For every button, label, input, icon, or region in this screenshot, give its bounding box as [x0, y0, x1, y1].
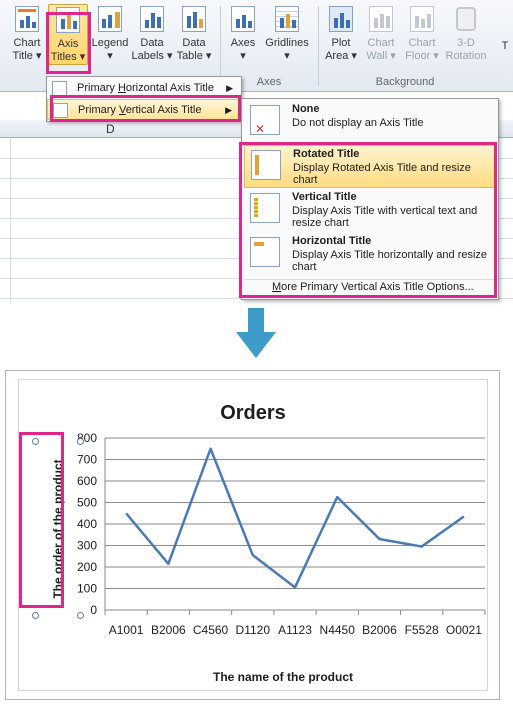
- x-tick-label: B2006: [362, 623, 397, 637]
- plot-area-icon: [326, 4, 356, 34]
- 3d-rotation-button[interactable]: 3-D Rotation: [443, 4, 489, 63]
- truncated-button[interactable]: T: [498, 40, 512, 53]
- axis-titles-icon: [53, 5, 83, 35]
- down-arrow-icon: [236, 308, 276, 358]
- vertical-axis-title-icon: [53, 103, 68, 118]
- y-tick-label: 200: [77, 560, 97, 574]
- horizontal-title-icon: [250, 237, 280, 267]
- gridlines-icon: [272, 4, 302, 34]
- x-tick-label: B2006: [151, 623, 186, 637]
- chart-title-button[interactable]: Chart Title ▾: [8, 4, 46, 63]
- chart-title-icon: [12, 4, 42, 34]
- resize-handle[interactable]: [77, 438, 84, 445]
- plot-area-button[interactable]: Plot Area ▾: [322, 4, 360, 63]
- vertical-axis-title: The order of the product: [51, 458, 65, 599]
- column-line: [10, 138, 11, 304]
- submenu-arrow-icon: ▶: [225, 105, 232, 115]
- chart-inner-frame: 0 100 200 300 400 500 600 700 800 A1001 B2006 C4560…: [18, 379, 488, 691]
- rotated-title-icon: [251, 150, 281, 180]
- data-labels-icon: [137, 4, 167, 34]
- no-title-icon: ✕: [250, 105, 280, 136]
- y-tick-label: 700: [77, 453, 97, 467]
- axis-titles-menu: Primary Horizontal Axis Title ▶ Primary …: [46, 76, 242, 122]
- x-tick-label: A1123: [278, 623, 312, 637]
- option-horizontal-title[interactable]: Horizontal Title Display Axis Title hori…: [244, 233, 496, 276]
- vertical-axis-title-box[interactable]: The order of the product: [32, 438, 84, 619]
- chart-floor-icon: [407, 4, 437, 34]
- option-vertical-title[interactable]: Vertical Title Display Axis Title with v…: [244, 189, 496, 232]
- x-tick-label: C4560: [193, 623, 229, 637]
- resize-handle[interactable]: [77, 612, 84, 619]
- menu-item-primary-horizontal-axis-title[interactable]: Primary Horizontal Axis Title ▶: [47, 78, 241, 99]
- vertical-axis-title-flyout: ✕ None Do not display an Axis Title Rota…: [241, 98, 499, 300]
- x-tick-label: D1120: [236, 623, 271, 637]
- legend-icon: [95, 4, 125, 34]
- y-tick-label: 400: [77, 517, 97, 531]
- horizontal-axis-title[interactable]: The name of the product: [19, 670, 487, 684]
- x-tick-label: A1001: [109, 623, 144, 637]
- data-table-icon: [179, 4, 209, 34]
- y-tick-label: 300: [77, 539, 97, 553]
- x-tick-label: N4450: [320, 623, 356, 637]
- chart-area[interactable]: 0 100 200 300 400 500 600 700 800 A1001 B2006 C4560…: [5, 370, 500, 700]
- chart-wall-icon: [366, 4, 396, 34]
- axes-button[interactable]: Axes ▾: [226, 4, 260, 63]
- background-group-label: Background: [375, 76, 435, 88]
- data-table-button[interactable]: Data Table ▾: [174, 4, 214, 63]
- option-none[interactable]: ✕ None Do not display an Axis Title: [244, 101, 496, 144]
- chart-title[interactable]: Orders: [19, 402, 487, 425]
- axes-icon: [228, 4, 258, 34]
- option-rotated-title[interactable]: Rotated Title Display Rotated Axis Title…: [244, 145, 496, 188]
- group-separator: [318, 6, 319, 86]
- y-tick-label: 600: [77, 474, 97, 488]
- y-tick-label: 100: [77, 582, 97, 596]
- resize-handle[interactable]: [32, 438, 39, 445]
- legend-button[interactable]: Legend ▾: [89, 4, 131, 63]
- plot-area: 0100200300400500600700800A1001 B2006 C4560…: [77, 431, 486, 637]
- chart-wall-button[interactable]: Chart Wall ▾: [362, 4, 400, 63]
- x-tick-label: O0021: [446, 623, 482, 637]
- column-header-d[interactable]: D: [106, 122, 115, 136]
- y-tick-label: 500: [77, 496, 97, 510]
- x-tick-label: F5528: [405, 623, 439, 637]
- horizontal-axis-title-icon: [52, 81, 67, 96]
- data-labels-button[interactable]: Data Labels ▾: [131, 4, 173, 63]
- gridlines-button[interactable]: Gridlines ▾: [262, 4, 312, 63]
- resize-handle[interactable]: [32, 612, 39, 619]
- menu-separator: [244, 279, 496, 280]
- submenu-arrow-icon: ▶: [226, 83, 233, 93]
- chart-floor-button[interactable]: Chart Floor ▾: [402, 4, 442, 63]
- more-options-link[interactable]: More Primary Vertical Axis Title Options…: [272, 281, 474, 293]
- menu-item-primary-vertical-axis-title[interactable]: Primary Vertical Axis Title ▶: [47, 99, 241, 120]
- group-separator: [220, 6, 221, 86]
- cube-icon: [451, 4, 481, 34]
- y-tick-label: 0: [90, 603, 97, 617]
- axis-titles-button[interactable]: Axis Titles ▾: [48, 4, 88, 65]
- vertical-title-icon: [250, 193, 280, 223]
